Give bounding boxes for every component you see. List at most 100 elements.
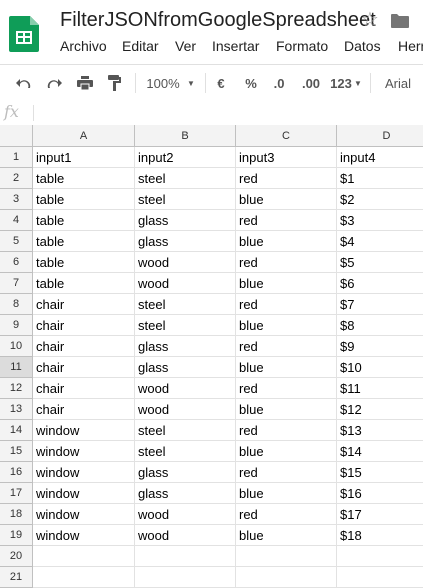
- row-header-19[interactable]: 19: [0, 525, 33, 546]
- cell-b15[interactable]: steel: [135, 441, 236, 462]
- cell-b14[interactable]: steel: [135, 420, 236, 441]
- cell-c5[interactable]: blue: [236, 231, 337, 252]
- cell-a15[interactable]: window: [33, 441, 135, 462]
- cell-b9[interactable]: steel: [135, 315, 236, 336]
- column-header-b[interactable]: B: [135, 125, 236, 147]
- row-header-18[interactable]: 18: [0, 504, 33, 525]
- cell-d4[interactable]: $3: [337, 210, 423, 231]
- cell-a12[interactable]: chair: [33, 378, 135, 399]
- star-icon[interactable]: ☆: [361, 10, 379, 30]
- zoom-select[interactable]: 100%: [146, 65, 180, 101]
- cell-d8[interactable]: $7: [337, 294, 423, 315]
- cell-d15[interactable]: $14: [337, 441, 423, 462]
- cell-a8[interactable]: chair: [33, 294, 135, 315]
- cell-c18[interactable]: red: [236, 504, 337, 525]
- decrease-decimal-button[interactable]: .0: [270, 65, 288, 101]
- redo-icon[interactable]: [42, 65, 66, 101]
- cell-b10[interactable]: glass: [135, 336, 236, 357]
- cell-c2[interactable]: red: [236, 168, 337, 189]
- row-header-9[interactable]: 9: [0, 315, 33, 336]
- cell-a16[interactable]: window: [33, 462, 135, 483]
- cell-d10[interactable]: $9: [337, 336, 423, 357]
- cell-d21[interactable]: [337, 567, 423, 588]
- cell-b8[interactable]: steel: [135, 294, 236, 315]
- row-header-12[interactable]: 12: [0, 378, 33, 399]
- cell-d6[interactable]: $5: [337, 252, 423, 273]
- cell-c14[interactable]: red: [236, 420, 337, 441]
- row-header-16[interactable]: 16: [0, 462, 33, 483]
- row-header-17[interactable]: 17: [0, 483, 33, 504]
- undo-icon[interactable]: [12, 65, 36, 101]
- cell-d2[interactable]: $1: [337, 168, 423, 189]
- cell-c17[interactable]: blue: [236, 483, 337, 504]
- cell-b5[interactable]: glass: [135, 231, 236, 252]
- cell-a17[interactable]: window: [33, 483, 135, 504]
- cell-a10[interactable]: chair: [33, 336, 135, 357]
- row-header-3[interactable]: 3: [0, 189, 33, 210]
- row-header-2[interactable]: 2: [0, 168, 33, 189]
- cell-a2[interactable]: table: [33, 168, 135, 189]
- font-select[interactable]: Arial: [382, 65, 414, 101]
- cell-a14[interactable]: window: [33, 420, 135, 441]
- cell-d19[interactable]: $18: [337, 525, 423, 546]
- cell-b4[interactable]: glass: [135, 210, 236, 231]
- cell-b19[interactable]: wood: [135, 525, 236, 546]
- formats-dropdown-icon[interactable]: ▼: [353, 65, 363, 101]
- cell-b18[interactable]: wood: [135, 504, 236, 525]
- cell-b21[interactable]: [135, 567, 236, 588]
- cell-b3[interactable]: steel: [135, 189, 236, 210]
- menu-editar[interactable]: Editar: [122, 38, 159, 54]
- cell-c4[interactable]: red: [236, 210, 337, 231]
- menu-datos[interactable]: Datos: [344, 38, 381, 54]
- cell-b13[interactable]: wood: [135, 399, 236, 420]
- cell-d11[interactable]: $10: [337, 357, 423, 378]
- currency-format-button[interactable]: €: [213, 65, 229, 101]
- menu-formato[interactable]: Formato: [276, 38, 328, 54]
- cell-a11[interactable]: chair: [33, 357, 135, 378]
- menu-ver[interactable]: Ver: [175, 38, 196, 54]
- cell-c19[interactable]: blue: [236, 525, 337, 546]
- cell-c8[interactable]: red: [236, 294, 337, 315]
- row-header-1[interactable]: 1: [0, 147, 33, 168]
- zoom-dropdown-icon[interactable]: ▼: [186, 65, 196, 101]
- row-header-6[interactable]: 6: [0, 252, 33, 273]
- row-header-13[interactable]: 13: [0, 399, 33, 420]
- print-icon[interactable]: [73, 65, 97, 101]
- cell-a20[interactable]: [33, 546, 135, 567]
- cell-a3[interactable]: table: [33, 189, 135, 210]
- cell-c15[interactable]: blue: [236, 441, 337, 462]
- row-header-15[interactable]: 15: [0, 441, 33, 462]
- select-all-corner[interactable]: [0, 125, 33, 147]
- column-header-c[interactable]: C: [236, 125, 337, 147]
- cell-a5[interactable]: table: [33, 231, 135, 252]
- menu-insertar[interactable]: Insertar: [212, 38, 259, 54]
- cell-c3[interactable]: blue: [236, 189, 337, 210]
- cell-d16[interactable]: $15: [337, 462, 423, 483]
- cell-c21[interactable]: [236, 567, 337, 588]
- cell-d14[interactable]: $13: [337, 420, 423, 441]
- paint-format-icon[interactable]: [103, 65, 127, 101]
- cell-a1[interactable]: input1: [33, 147, 135, 168]
- cell-b17[interactable]: glass: [135, 483, 236, 504]
- document-title[interactable]: FilterJSONfromGoogleSpreadsheet: [60, 9, 376, 32]
- cell-c16[interactable]: red: [236, 462, 337, 483]
- cell-b12[interactable]: wood: [135, 378, 236, 399]
- row-header-11[interactable]: 11: [0, 357, 33, 378]
- cell-c12[interactable]: red: [236, 378, 337, 399]
- cell-c9[interactable]: blue: [236, 315, 337, 336]
- cell-a9[interactable]: chair: [33, 315, 135, 336]
- cell-d17[interactable]: $16: [337, 483, 423, 504]
- cell-a13[interactable]: chair: [33, 399, 135, 420]
- percent-format-button[interactable]: %: [243, 65, 259, 101]
- row-header-8[interactable]: 8: [0, 294, 33, 315]
- cell-b11[interactable]: glass: [135, 357, 236, 378]
- menu-herramientas[interactable]: Herr: [398, 38, 423, 54]
- cell-c1[interactable]: input3: [236, 147, 337, 168]
- sheets-logo-icon[interactable]: [9, 16, 39, 52]
- cell-d13[interactable]: $12: [337, 399, 423, 420]
- column-header-d[interactable]: D: [337, 125, 423, 147]
- menu-archivo[interactable]: Archivo: [60, 38, 107, 54]
- cell-b6[interactable]: wood: [135, 252, 236, 273]
- cell-b7[interactable]: wood: [135, 273, 236, 294]
- folder-icon[interactable]: [391, 14, 409, 28]
